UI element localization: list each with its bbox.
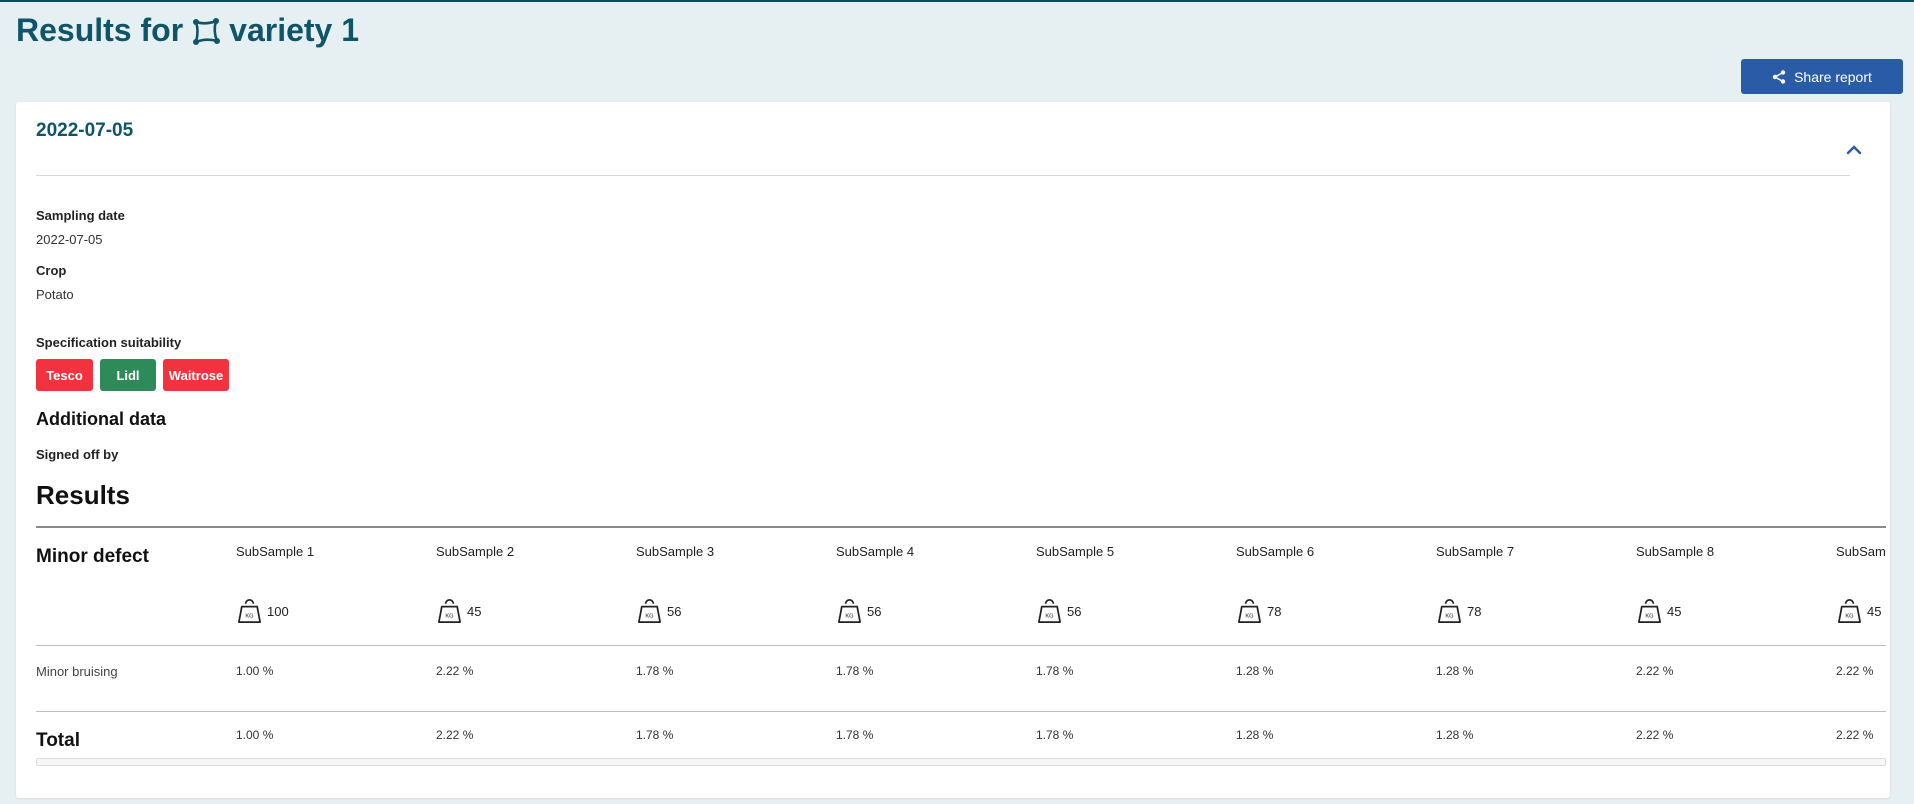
table-cell: 1.78 % — [836, 664, 874, 678]
subsample-column-header: SubSample 2 — [436, 544, 515, 559]
subsample-weight-value: 45 — [467, 604, 482, 619]
crop-label: Crop — [36, 263, 67, 278]
kg-weight-icon: KG — [1236, 598, 1263, 625]
svg-text:KG: KG — [1845, 613, 1854, 619]
kg-weight-icon: KG — [1636, 598, 1663, 625]
table-cell: 1.28 % — [1436, 664, 1474, 678]
title-prefix: Results for — [16, 12, 184, 48]
svg-text:KG: KG — [845, 613, 854, 619]
total-cell: 2.22 % — [1836, 728, 1874, 742]
svg-text:KG: KG — [445, 613, 454, 619]
total-cell: 2.22 % — [436, 728, 474, 742]
total-cell: 2.22 % — [1636, 728, 1674, 742]
subsample-weight: KG 56 — [636, 598, 681, 625]
table-cell: 2.22 % — [436, 664, 474, 678]
kg-weight-icon: KG — [836, 598, 863, 625]
total-cell: 1.78 % — [1036, 728, 1074, 742]
kg-weight-icon: KG — [1036, 598, 1063, 625]
results-table: Minor defect SubSample 1 KG 100 SubSample 2… — [36, 526, 1886, 762]
subsample-column-header: SubSample 6 — [1236, 544, 1315, 559]
svg-text:KG: KG — [1645, 613, 1654, 619]
total-cell: 1.28 % — [1236, 728, 1274, 742]
subsample-weight: KG 45 — [436, 598, 481, 625]
subsample-weight: KG 100 — [236, 598, 289, 625]
total-row: Total 1.00 % 2.22 % 1.78 % 1.78 % 1.78 % 1.28… — [36, 712, 1886, 762]
share-report-button[interactable]: Share report — [1741, 59, 1903, 94]
additional-data-heading: Additional data — [36, 409, 166, 429]
table-cell: 1.28 % — [1236, 664, 1274, 678]
subsample-weight: KG 78 — [1436, 598, 1481, 625]
total-cell: 1.78 % — [836, 728, 874, 742]
card-date-heading: 2022-07-05 — [36, 120, 134, 141]
chevron-up-icon[interactable] — [1844, 140, 1864, 160]
subsample-column-header: SubSample 3 — [636, 544, 715, 559]
spec-suitability-label: Specification suitability — [36, 335, 182, 350]
subsample-column-header: SubSample 7 — [1436, 544, 1515, 559]
page-title: Results for variety 1 — [16, 12, 359, 49]
badge-tesco: Tesco — [36, 359, 93, 391]
table-row: Minor bruising 1.00 % 2.22 % 1.78 % 1.78 % 1… — [36, 646, 1886, 711]
subsample-weight: KG 56 — [1036, 598, 1081, 625]
subsample-weight-value: 78 — [1267, 604, 1282, 619]
total-cell: 1.28 % — [1436, 728, 1474, 742]
sampling-date-value: 2022-07-05 — [36, 232, 103, 247]
results-heading: Results — [36, 480, 130, 510]
report-card: 2022-07-05 Sampling date 2022-07-05 Crop… — [16, 102, 1890, 798]
card-divider — [36, 175, 1850, 176]
subsample-weight-value: 56 — [667, 604, 682, 619]
title-suffix: variety 1 — [229, 12, 360, 48]
subsample-weight: KG 56 — [836, 598, 881, 625]
kg-weight-icon: KG — [1836, 598, 1863, 625]
kg-weight-icon: KG — [1436, 598, 1463, 625]
subsample-weight-value: 56 — [1067, 604, 1082, 619]
table-cell: 2.22 % — [1636, 664, 1674, 678]
kg-weight-icon: KG — [636, 598, 663, 625]
table-cell: 2.22 % — [1836, 664, 1874, 678]
badge-waitrose: Waitrose — [163, 359, 229, 391]
sampling-date-label: Sampling date — [36, 208, 125, 223]
table-cell: 1.00 % — [236, 664, 274, 678]
svg-text:KG: KG — [245, 613, 254, 619]
share-report-label: Share report — [1794, 68, 1872, 85]
field-boundary-icon — [193, 17, 221, 45]
kg-weight-icon: KG — [236, 598, 263, 625]
subsample-weight-value: 45 — [1867, 604, 1882, 619]
subsample-column-header: SubSample 1 — [236, 544, 315, 559]
badge-lidl: Lidl — [100, 359, 156, 391]
table-header-row: Minor defect SubSample 1 KG 100 SubSample 2… — [36, 528, 1886, 645]
subsample-column-header: SubSample 9 — [1836, 544, 1886, 559]
subsample-weight-value: 78 — [1467, 604, 1482, 619]
svg-text:KG: KG — [1045, 613, 1054, 619]
subsample-weight-value: 56 — [867, 604, 882, 619]
svg-text:KG: KG — [1245, 613, 1254, 619]
total-cell: 1.78 % — [636, 728, 674, 742]
table-cell: 1.78 % — [1036, 664, 1074, 678]
row-label-minor-bruising: Minor bruising — [36, 664, 118, 679]
crop-value: Potato — [36, 287, 74, 302]
subsample-weight-value: 100 — [267, 604, 289, 619]
subsample-weight: KG 45 — [1636, 598, 1681, 625]
total-cell: 1.00 % — [236, 728, 274, 742]
signed-off-label: Signed off by — [36, 447, 119, 462]
total-label: Total — [36, 730, 80, 751]
subsample-column-header: SubSample 5 — [1036, 544, 1115, 559]
subsample-column-header: SubSample 8 — [1636, 544, 1715, 559]
table-horizontal-scrollbar[interactable] — [36, 758, 1886, 766]
svg-text:KG: KG — [1445, 613, 1454, 619]
share-icon — [1772, 69, 1786, 84]
kg-weight-icon: KG — [436, 598, 463, 625]
table-cell: 1.78 % — [636, 664, 674, 678]
subsample-weight-value: 45 — [1667, 604, 1682, 619]
subsample-column-header: SubSample 4 — [836, 544, 915, 559]
spec-badges: Tesco Lidl Waitrose — [36, 359, 229, 391]
svg-text:KG: KG — [645, 613, 654, 619]
subsample-weight: KG 78 — [1236, 598, 1281, 625]
minor-defect-header: Minor defect — [36, 546, 149, 567]
subsample-weight: KG 45 — [1836, 598, 1881, 625]
